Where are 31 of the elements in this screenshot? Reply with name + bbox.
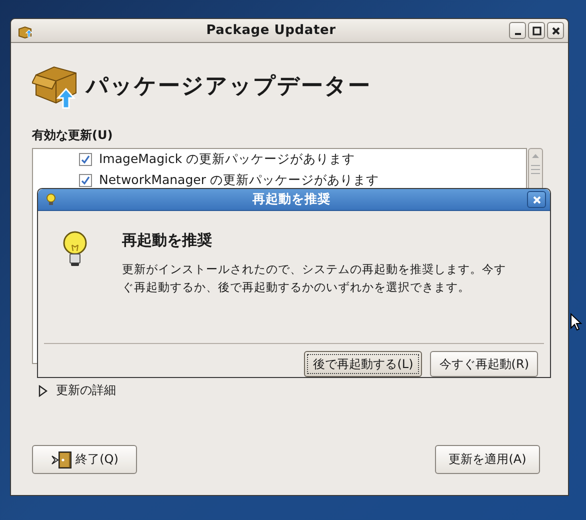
checkbox[interactable] xyxy=(79,174,92,187)
dialog-message: 更新がインストールされたので、システムの再起動を推奨します。今すぐ再起動するか、後で再起動するかのいずれかを選択できます。 xyxy=(122,261,507,296)
window-title: Package Updater xyxy=(205,23,337,38)
lightbulb-icon xyxy=(46,193,56,206)
checkbox[interactable] xyxy=(79,153,92,166)
minimize-icon xyxy=(514,33,520,35)
restart-now-button[interactable]: 今すぐ再起動(R) xyxy=(430,351,538,377)
checkmark-icon xyxy=(80,154,91,165)
update-item: NetworkManager の更新パッケージがあります xyxy=(99,172,379,189)
restart-later-button[interactable]: 後で再起動する(L) xyxy=(304,351,422,377)
apply-button[interactable]: 更新を適用(A) xyxy=(435,445,540,474)
scroll-grip-icon[interactable] xyxy=(531,165,540,174)
update-item: ImageMagick の更新パッケージがあります xyxy=(99,151,356,168)
maximize-button[interactable] xyxy=(528,22,545,39)
updates-label: 有効な更新(U) xyxy=(32,127,114,144)
app-heading: パッケージアップデーター xyxy=(86,73,371,101)
close-icon xyxy=(532,194,542,204)
dialog-heading: 再起動を推奨 xyxy=(122,231,213,250)
checkmark-icon xyxy=(80,175,91,186)
maximize-icon xyxy=(532,26,542,36)
dialog-title: 再起動を推奨 xyxy=(252,191,332,208)
close-icon xyxy=(550,26,560,36)
lightbulb-icon xyxy=(62,231,88,267)
expander-arrow-icon[interactable] xyxy=(38,384,48,396)
details-expander[interactable]: 更新の詳細 xyxy=(56,382,116,399)
close-button[interactable] xyxy=(527,191,546,208)
mouse-cursor-icon xyxy=(570,313,583,333)
quit-button[interactable]: 終了(Q) xyxy=(32,445,137,474)
exit-door-icon xyxy=(50,450,73,468)
minimize-button[interactable] xyxy=(509,22,526,39)
close-button[interactable] xyxy=(547,22,564,39)
